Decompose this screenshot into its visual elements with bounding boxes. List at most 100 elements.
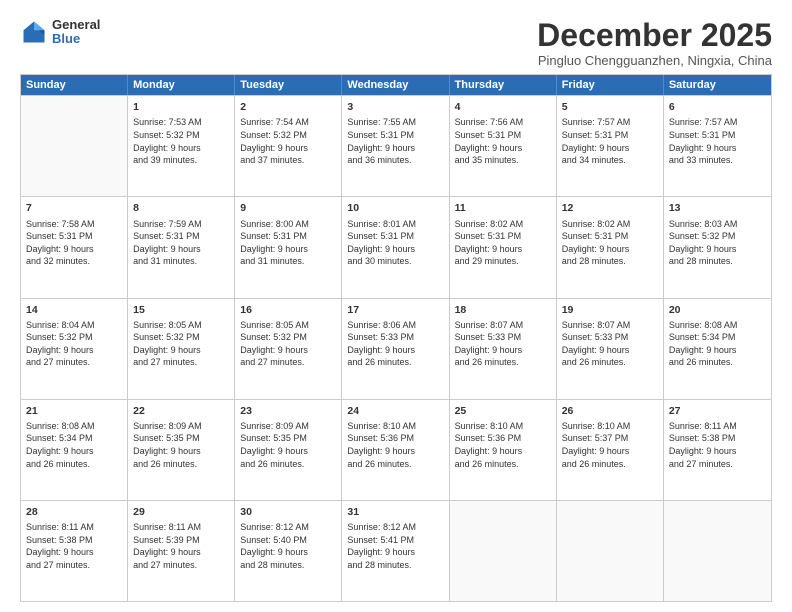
- day-cell-20: 20Sunrise: 8:08 AMSunset: 5:34 PMDayligh…: [664, 299, 771, 399]
- day-number: 25: [455, 404, 551, 418]
- cell-info-line: Sunset: 5:32 PM: [669, 230, 766, 243]
- cell-info-line: Daylight: 9 hours: [347, 344, 443, 357]
- cell-info-line: and 26 minutes.: [133, 458, 229, 471]
- day-number: 17: [347, 303, 443, 317]
- empty-cell-4-4: [450, 501, 557, 601]
- cell-info-line: and 27 minutes.: [133, 356, 229, 369]
- cell-info-line: and 27 minutes.: [669, 458, 766, 471]
- logo-general-text: General: [52, 18, 100, 32]
- cell-info-line: Sunrise: 8:05 AM: [240, 319, 336, 332]
- cell-info-line: and 27 minutes.: [240, 356, 336, 369]
- day-number: 18: [455, 303, 551, 317]
- day-cell-24: 24Sunrise: 8:10 AMSunset: 5:36 PMDayligh…: [342, 400, 449, 500]
- day-cell-13: 13Sunrise: 8:03 AMSunset: 5:32 PMDayligh…: [664, 197, 771, 297]
- cell-info-line: Daylight: 9 hours: [669, 243, 766, 256]
- day-number: 31: [347, 505, 443, 519]
- cell-info-line: Sunset: 5:32 PM: [133, 331, 229, 344]
- cell-info-line: and 26 minutes.: [26, 458, 122, 471]
- day-number: 5: [562, 100, 658, 114]
- day-number: 8: [133, 201, 229, 215]
- day-number: 12: [562, 201, 658, 215]
- cell-info-line: Sunrise: 8:06 AM: [347, 319, 443, 332]
- header-day-monday: Monday: [128, 75, 235, 95]
- logo-icon: [20, 18, 48, 46]
- cell-info-line: Sunset: 5:38 PM: [669, 432, 766, 445]
- day-number: 23: [240, 404, 336, 418]
- cell-info-line: Sunrise: 8:09 AM: [133, 420, 229, 433]
- cell-info-line: and 28 minutes.: [669, 255, 766, 268]
- cell-info-line: Daylight: 9 hours: [26, 344, 122, 357]
- cell-info-line: and 28 minutes.: [562, 255, 658, 268]
- cell-info-line: Daylight: 9 hours: [240, 243, 336, 256]
- cell-info-line: Daylight: 9 hours: [26, 445, 122, 458]
- day-number: 11: [455, 201, 551, 215]
- cell-info-line: Sunset: 5:33 PM: [455, 331, 551, 344]
- cell-info-line: Sunset: 5:31 PM: [347, 129, 443, 142]
- calendar-row-0: 1Sunrise: 7:53 AMSunset: 5:32 PMDaylight…: [21, 95, 771, 196]
- cell-info-line: and 28 minutes.: [347, 559, 443, 572]
- cell-info-line: and 35 minutes.: [455, 154, 551, 167]
- empty-cell-4-6: [664, 501, 771, 601]
- cell-info-line: and 26 minutes.: [347, 356, 443, 369]
- cell-info-line: Daylight: 9 hours: [562, 445, 658, 458]
- day-cell-27: 27Sunrise: 8:11 AMSunset: 5:38 PMDayligh…: [664, 400, 771, 500]
- page: General Blue December 2025 Pingluo Cheng…: [0, 0, 792, 612]
- day-cell-28: 28Sunrise: 8:11 AMSunset: 5:38 PMDayligh…: [21, 501, 128, 601]
- cell-info-line: Sunrise: 7:53 AM: [133, 116, 229, 129]
- calendar-row-4: 28Sunrise: 8:11 AMSunset: 5:38 PMDayligh…: [21, 500, 771, 601]
- cell-info-line: Sunset: 5:31 PM: [562, 230, 658, 243]
- cell-info-line: Daylight: 9 hours: [133, 546, 229, 559]
- cell-info-line: and 32 minutes.: [26, 255, 122, 268]
- cell-info-line: and 33 minutes.: [669, 154, 766, 167]
- cell-info-line: Sunset: 5:31 PM: [669, 129, 766, 142]
- cell-info-line: Sunset: 5:41 PM: [347, 534, 443, 547]
- cell-info-line: Sunset: 5:35 PM: [133, 432, 229, 445]
- day-cell-11: 11Sunrise: 8:02 AMSunset: 5:31 PMDayligh…: [450, 197, 557, 297]
- cell-info-line: Sunrise: 7:57 AM: [562, 116, 658, 129]
- calendar-body: 1Sunrise: 7:53 AMSunset: 5:32 PMDaylight…: [21, 95, 771, 601]
- cell-info-line: Daylight: 9 hours: [347, 243, 443, 256]
- cell-info-line: Daylight: 9 hours: [669, 142, 766, 155]
- day-number: 15: [133, 303, 229, 317]
- day-cell-2: 2Sunrise: 7:54 AMSunset: 5:32 PMDaylight…: [235, 96, 342, 196]
- cell-info-line: and 31 minutes.: [240, 255, 336, 268]
- day-number: 26: [562, 404, 658, 418]
- cell-info-line: Sunrise: 8:05 AM: [133, 319, 229, 332]
- cell-info-line: Daylight: 9 hours: [133, 243, 229, 256]
- cell-info-line: Sunrise: 7:55 AM: [347, 116, 443, 129]
- day-cell-30: 30Sunrise: 8:12 AMSunset: 5:40 PMDayligh…: [235, 501, 342, 601]
- cell-info-line: and 26 minutes.: [240, 458, 336, 471]
- cell-info-line: Daylight: 9 hours: [669, 344, 766, 357]
- cell-info-line: and 39 minutes.: [133, 154, 229, 167]
- cell-info-line: Sunrise: 8:10 AM: [347, 420, 443, 433]
- cell-info-line: Sunset: 5:31 PM: [26, 230, 122, 243]
- day-cell-14: 14Sunrise: 8:04 AMSunset: 5:32 PMDayligh…: [21, 299, 128, 399]
- day-number: 30: [240, 505, 336, 519]
- cell-info-line: Sunrise: 8:10 AM: [562, 420, 658, 433]
- cell-info-line: Sunrise: 8:10 AM: [455, 420, 551, 433]
- day-cell-8: 8Sunrise: 7:59 AMSunset: 5:31 PMDaylight…: [128, 197, 235, 297]
- day-number: 9: [240, 201, 336, 215]
- cell-info-line: Sunset: 5:33 PM: [562, 331, 658, 344]
- cell-info-line: and 36 minutes.: [347, 154, 443, 167]
- cell-info-line: Sunrise: 8:01 AM: [347, 218, 443, 231]
- cell-info-line: Daylight: 9 hours: [240, 344, 336, 357]
- header-day-saturday: Saturday: [664, 75, 771, 95]
- cell-info-line: Daylight: 9 hours: [347, 546, 443, 559]
- day-number: 13: [669, 201, 766, 215]
- day-cell-18: 18Sunrise: 8:07 AMSunset: 5:33 PMDayligh…: [450, 299, 557, 399]
- cell-info-line: Daylight: 9 hours: [26, 546, 122, 559]
- cell-info-line: Sunrise: 8:11 AM: [133, 521, 229, 534]
- cell-info-line: Sunrise: 7:56 AM: [455, 116, 551, 129]
- cell-info-line: and 37 minutes.: [240, 154, 336, 167]
- day-cell-21: 21Sunrise: 8:08 AMSunset: 5:34 PMDayligh…: [21, 400, 128, 500]
- day-cell-1: 1Sunrise: 7:53 AMSunset: 5:32 PMDaylight…: [128, 96, 235, 196]
- day-number: 16: [240, 303, 336, 317]
- day-number: 3: [347, 100, 443, 114]
- cell-info-line: Sunset: 5:37 PM: [562, 432, 658, 445]
- day-number: 28: [26, 505, 122, 519]
- cell-info-line: Sunset: 5:36 PM: [455, 432, 551, 445]
- cell-info-line: Sunset: 5:34 PM: [669, 331, 766, 344]
- cell-info-line: Sunrise: 8:08 AM: [669, 319, 766, 332]
- cell-info-line: and 27 minutes.: [26, 559, 122, 572]
